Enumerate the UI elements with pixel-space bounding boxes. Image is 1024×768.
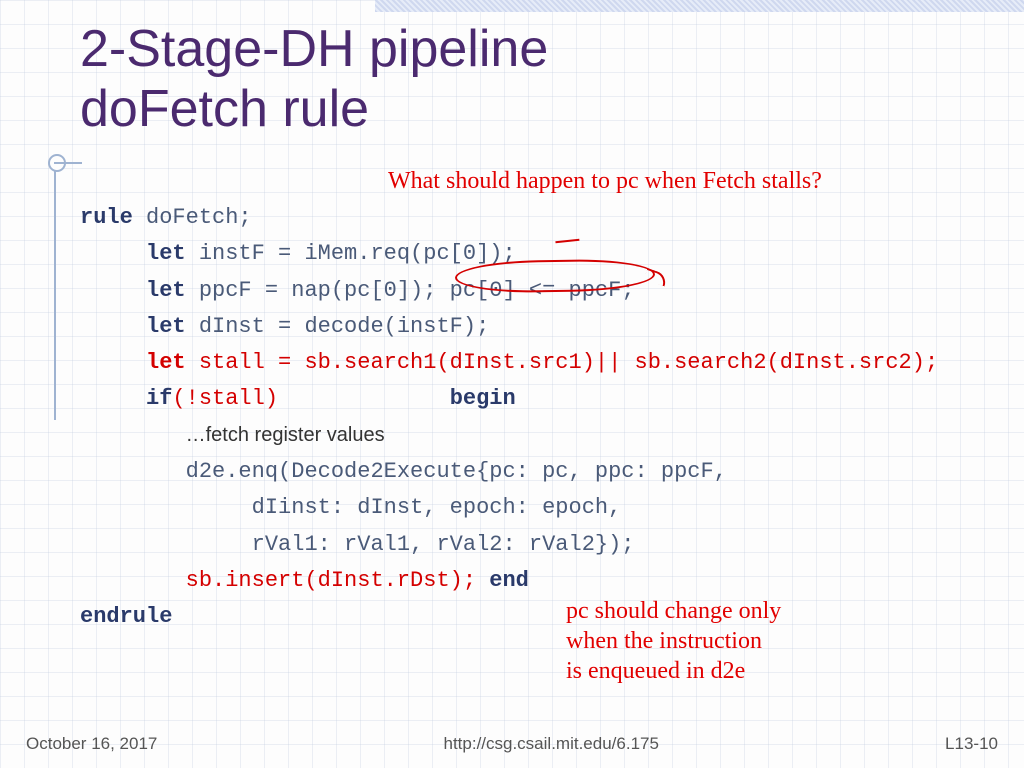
kw-begin: begin <box>450 386 516 411</box>
left-rule-decoration <box>54 160 56 420</box>
footer-url: http://csg.csail.mit.edu/6.175 <box>443 734 658 754</box>
annotation-answer-l3: is enqueued in d2e <box>566 658 745 684</box>
kw-let-red: let <box>146 350 186 375</box>
slide-title: 2-Stage-DH pipeline doFetch rule <box>80 20 548 140</box>
annotation-answer-l1: pc should change only <box>566 598 781 624</box>
kw-if: if <box>146 386 172 411</box>
line-enq1: d2e.enq(Decode2Execute{pc: pc, ppc: ppcF… <box>186 459 727 484</box>
line-if-cond: (!stall) <box>172 386 278 411</box>
line-enq2: dIinst: dInst, epoch: epoch, <box>252 495 622 520</box>
title-line-1: 2-Stage-DH pipeline <box>80 20 548 78</box>
annotation-question: What should happen to pc when Fetch stal… <box>388 168 822 195</box>
line-enq3: rVal1: rVal1, rVal2: rVal2}); <box>252 532 635 557</box>
annotation-answer-l2: when the instruction <box>566 628 762 654</box>
kw-let: let <box>146 314 186 339</box>
rule-name: doFetch; <box>133 205 252 230</box>
line-dinst: dInst = decode(instF); <box>186 314 490 339</box>
line-fetch-comment: …fetch register values <box>186 424 385 446</box>
kw-end: end <box>476 568 529 593</box>
top-decoration <box>375 0 1024 12</box>
title-line-2: doFetch rule <box>80 80 369 138</box>
slide-footer: October 16, 2017 http://csg.csail.mit.ed… <box>0 734 1024 754</box>
line-instf: instF = iMem.req(pc[0]); <box>186 241 516 266</box>
kw-rule: rule <box>80 205 133 230</box>
footer-page: L13-10 <box>945 734 998 754</box>
kw-endrule: endrule <box>80 604 172 629</box>
annotation-answer: pc should change only when the instructi… <box>566 596 781 686</box>
kw-let: let <box>146 278 186 303</box>
footer-date: October 16, 2017 <box>26 734 157 754</box>
line-sb-insert: sb.insert(dInst.rDst); <box>186 568 476 593</box>
line-ppcf-a: ppcF = nap(pc[0]); <box>186 278 450 303</box>
line-stall: stall = sb.search1(dInst.src1)|| sb.sear… <box>186 350 939 375</box>
kw-let: let <box>146 241 186 266</box>
